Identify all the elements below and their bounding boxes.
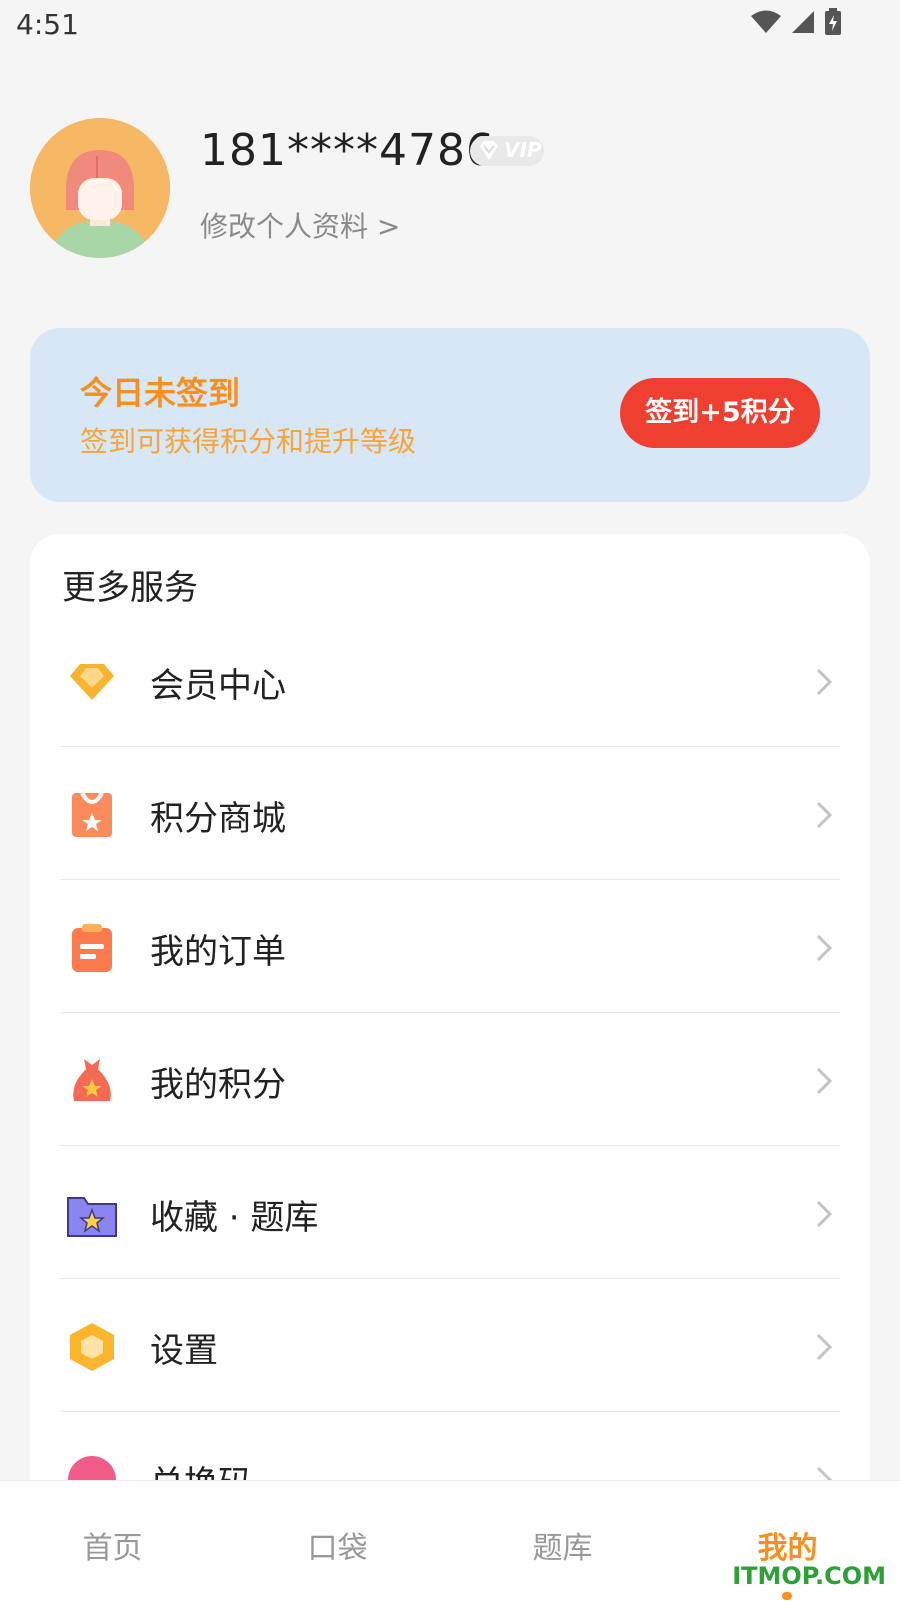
service-item-my-orders[interactable]: 我的订单 [30,880,870,1013]
service-label: 我的订单 [150,932,286,972]
service-label: 我的积分 [150,1065,286,1105]
vip-label: VIP [504,138,542,162]
service-label: 设置 [150,1331,218,1371]
edit-profile-link[interactable]: 修改个人资料 > [200,205,400,245]
vip-diamond-icon [480,141,498,160]
checkin-subtitle: 签到可获得积分和提升等级 [80,425,417,458]
signal-icon [792,11,814,33]
star-folder-icon [67,1197,117,1237]
watermark: ITMOP.COM [732,1562,886,1590]
nav-item-pocket[interactable]: 口袋 [225,1523,450,1567]
chevron-right-icon [816,1200,833,1228]
service-item-my-points[interactable]: 我的积分 [30,1013,870,1146]
battery-icon [825,8,841,35]
service-label: 积分商城 [150,799,286,839]
avatar-illustration-icon [30,118,170,258]
shop-bag-icon [72,791,112,837]
service-item-points-mall[interactable]: 积分商城 [30,747,870,880]
order-clipboard-icon [72,924,112,972]
user-phone: 181****4786 [200,125,495,176]
diamond-icon [70,664,114,700]
service-item-favorites-bank[interactable]: 收藏 · 题库 [30,1146,870,1279]
services-panel: 更多服务 会员中心 积分商城 我的订单 我的积分 收藏 · 题库 设置 [30,534,870,1534]
service-item-settings[interactable]: 设置 [30,1279,870,1412]
checkin-title: 今日未签到 [80,374,241,412]
nav-active-indicator [782,1592,792,1600]
money-bag-icon [73,1059,111,1101]
status-time: 4:51 [16,8,79,41]
avatar[interactable] [30,118,170,258]
service-label: 会员中心 [150,666,286,706]
chevron-right-icon [816,1067,833,1095]
service-label: 收藏 · 题库 [150,1198,319,1238]
vip-badge[interactable]: VIP [470,136,544,166]
checkin-button[interactable]: 签到+5积分 [620,378,820,448]
wifi-icon [751,10,781,33]
hexagon-settings-icon [70,1323,114,1371]
chevron-right-icon [816,801,833,829]
services-title: 更多服务 [62,568,198,608]
service-item-member-center[interactable]: 会员中心 [30,614,870,747]
status-icons [750,8,842,36]
chevron-right-icon [816,934,833,962]
chevron-right-icon [816,668,833,696]
nav-item-home[interactable]: 首页 [0,1523,225,1567]
profile-header: 181****4786 VIP 修改个人资料 > [0,110,900,260]
nav-item-question-bank[interactable]: 题库 [450,1523,675,1567]
chevron-right-icon [816,1333,833,1361]
checkin-card: 今日未签到 签到可获得积分和提升等级 签到+5积分 [30,328,870,502]
status-bar: 4:51 [0,0,900,48]
nav-item-mine[interactable]: 我的 [675,1523,900,1567]
